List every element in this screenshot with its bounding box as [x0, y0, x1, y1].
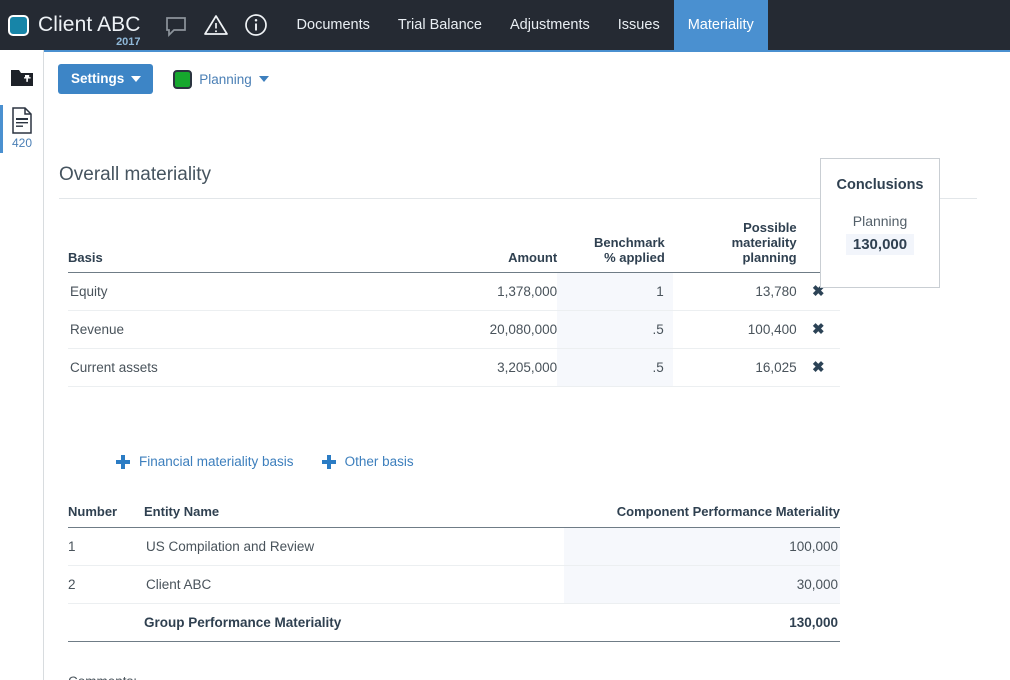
conclusions-title: Conclusions — [821, 177, 939, 193]
group-performance-materiality-value: 130,000 — [564, 604, 840, 642]
cell-possible-materiality: 16,025 — [673, 349, 797, 387]
cell-number: 1 — [68, 528, 144, 566]
cell-amount: 1,378,000 — [351, 273, 557, 311]
cell-amount: 20,080,000 — [351, 311, 557, 349]
conclusions-panel: Conclusions Planning 130,000 — [820, 158, 940, 288]
add-other-basis-button[interactable]: Other basis — [322, 454, 414, 469]
conclusions-value: 130,000 — [846, 234, 914, 255]
sidebar-item-document[interactable]: 420 — [0, 103, 44, 150]
folder-pin-icon — [10, 67, 34, 89]
delete-row-icon[interactable]: ✖ — [812, 322, 825, 337]
cell-entity-name: US Compilation and Review — [144, 528, 564, 566]
cell-basis: Current assets — [68, 349, 351, 387]
left-sidebar: 420 — [0, 50, 44, 680]
table-total-row: Group Performance Materiality 130,000 — [68, 604, 840, 642]
delete-row-icon[interactable]: ✖ — [812, 360, 825, 375]
benchmark-input[interactable]: .5 — [557, 311, 673, 348]
content-toolbar: Settings Planning — [58, 64, 269, 94]
table-row: Revenue 20,080,000 .5 100,400 ✖ — [68, 311, 840, 349]
group-performance-materiality-label: Group Performance Materiality — [144, 604, 564, 642]
cell-benchmark-wrap: .5 — [557, 349, 673, 387]
table-row: 2 Client ABC 30,000 — [68, 566, 840, 604]
cell-possible-materiality: 13,780 — [673, 273, 797, 311]
table-header-row: Number Entity Name Component Performance… — [68, 504, 840, 528]
cell-cpm-wrap: 30,000 — [564, 566, 840, 604]
sidebar-item-pinned-folder[interactable] — [0, 59, 44, 97]
cell-number: 2 — [68, 566, 144, 604]
tab-materiality[interactable]: Materiality — [674, 0, 768, 50]
plus-icon — [116, 455, 130, 469]
document-icon — [11, 107, 33, 134]
phase-selector[interactable]: Planning — [173, 70, 269, 89]
client-name: Client ABC — [38, 13, 141, 37]
cell-delete: ✖ — [797, 349, 840, 387]
tab-trial-balance[interactable]: Trial Balance — [384, 0, 496, 50]
warning-icon[interactable] — [203, 12, 229, 38]
phase-chevron-down-icon — [259, 76, 269, 82]
cell-benchmark-wrap: .5 — [557, 311, 673, 349]
settings-button-label: Settings — [71, 71, 124, 86]
cell-total-spacer — [68, 604, 144, 642]
tab-adjustments[interactable]: Adjustments — [496, 0, 604, 50]
add-financial-materiality-basis-button[interactable]: Financial materiality basis — [116, 454, 294, 469]
tab-documents-label: Documents — [297, 17, 370, 33]
table-row: Current assets 3,205,000 .5 16,025 ✖ — [68, 349, 840, 387]
app-root: Client ABC 2017 Documents Tria — [0, 0, 1010, 680]
benchmark-input[interactable]: .5 — [557, 349, 673, 386]
fiscal-year: 2017 — [116, 36, 140, 48]
materiality-basis-table: Basis Amount Benchmark % applied Possibl… — [68, 220, 840, 387]
cell-basis: Equity — [68, 273, 351, 311]
cpm-input[interactable]: 100,000 — [564, 528, 840, 565]
phase-status-icon — [173, 70, 192, 89]
tab-issues[interactable]: Issues — [604, 0, 674, 50]
add-other-basis-label: Other basis — [345, 454, 414, 469]
cell-benchmark-wrap: 1 — [557, 273, 673, 311]
top-header-bar: Client ABC 2017 Documents Tria — [0, 0, 1010, 50]
header-icon-group — [163, 0, 269, 50]
column-header-entity-name: Entity Name — [144, 504, 564, 528]
phase-label: Planning — [199, 72, 252, 87]
column-header-number: Number — [68, 504, 144, 528]
conclusions-subtitle: Planning — [821, 213, 939, 229]
tab-adjustments-label: Adjustments — [510, 17, 590, 33]
brand[interactable]: Client ABC 2017 — [0, 0, 147, 50]
tab-trial-balance-label: Trial Balance — [398, 17, 482, 33]
plus-icon — [322, 455, 336, 469]
main-navigation-tabs: Documents Trial Balance Adjustments Issu… — [283, 0, 768, 50]
chevron-down-icon — [131, 76, 141, 82]
cell-amount: 3,205,000 — [351, 349, 557, 387]
cell-basis: Revenue — [68, 311, 351, 349]
component-materiality-table: Number Entity Name Component Performance… — [68, 504, 840, 642]
comment-icon[interactable] — [163, 12, 189, 38]
column-header-benchmark: Benchmark % applied — [557, 220, 673, 273]
tab-issues-label: Issues — [618, 17, 660, 33]
column-header-amount: Amount — [351, 220, 557, 273]
settings-button[interactable]: Settings — [58, 64, 153, 94]
tab-materiality-label: Materiality — [688, 17, 754, 33]
column-header-component-performance-materiality: Component Performance Materiality — [564, 504, 840, 528]
app-logo-icon — [8, 15, 29, 36]
document-count: 420 — [12, 136, 32, 150]
benchmark-input[interactable]: 1 — [557, 273, 673, 310]
cell-possible-materiality: 100,400 — [673, 311, 797, 349]
table-header-row: Basis Amount Benchmark % applied Possibl… — [68, 220, 840, 273]
add-basis-actions: Financial materiality basis Other basis — [116, 454, 414, 469]
cpm-input[interactable]: 30,000 — [564, 566, 840, 603]
main-content: Settings Planning Overall materiality Ba… — [44, 52, 1010, 680]
cell-cpm-wrap: 100,000 — [564, 528, 840, 566]
table-row: 1 US Compilation and Review 100,000 — [68, 528, 840, 566]
tab-documents[interactable]: Documents — [283, 0, 384, 50]
info-icon[interactable] — [243, 12, 269, 38]
cell-entity-name: Client ABC — [144, 566, 564, 604]
table-row: Equity 1,378,000 1 13,780 ✖ — [68, 273, 840, 311]
cell-delete: ✖ — [797, 311, 840, 349]
column-header-possible: Possible materiality planning — [673, 220, 797, 273]
comments-label: Comments: — [68, 674, 137, 680]
add-financial-basis-label: Financial materiality basis — [139, 454, 294, 469]
column-header-basis: Basis — [68, 220, 351, 273]
